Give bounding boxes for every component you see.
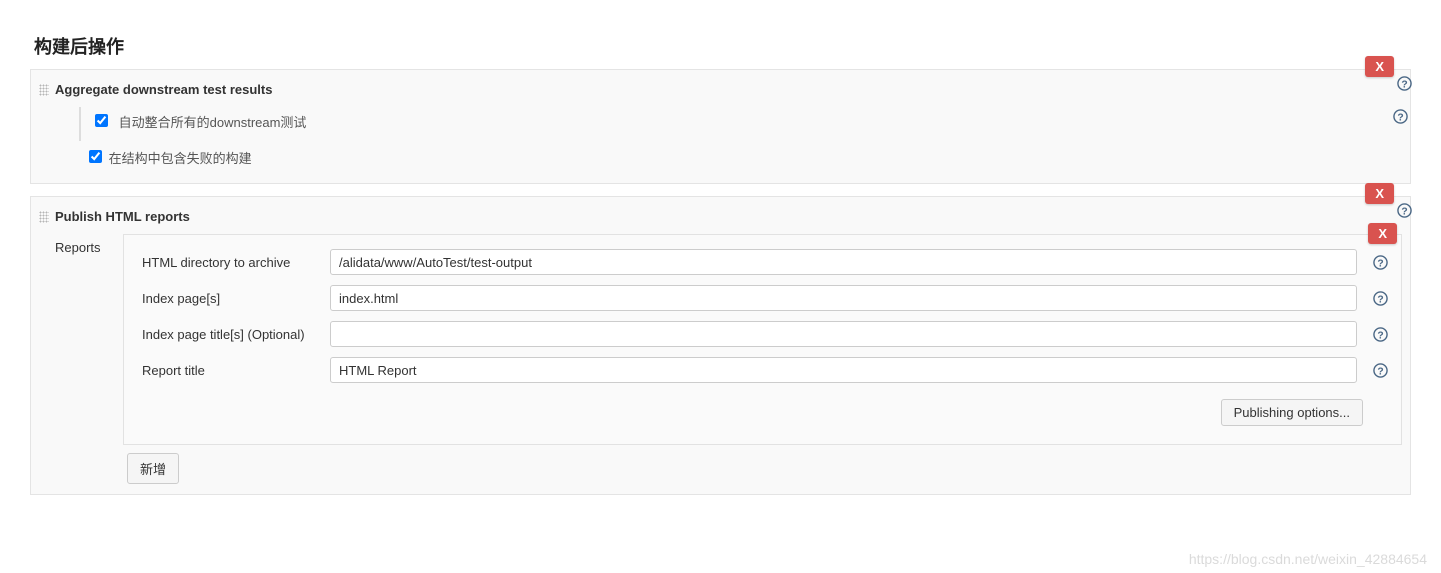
help-icon[interactable] xyxy=(1371,362,1389,378)
index-titles-input[interactable] xyxy=(330,321,1357,347)
html-dir-label: HTML directory to archive xyxy=(136,255,316,270)
include-failed-checkbox[interactable] xyxy=(89,150,102,163)
drag-handle-icon[interactable] xyxy=(39,211,49,223)
watermark: https://blog.csdn.net/weixin_42884654 xyxy=(1189,551,1427,567)
help-icon[interactable] xyxy=(1371,290,1389,306)
aggregate-title: Aggregate downstream test results xyxy=(55,82,272,97)
help-icon[interactable] xyxy=(1371,254,1389,270)
help-icon[interactable] xyxy=(1392,109,1408,125)
publish-header[interactable]: Publish HTML reports xyxy=(39,207,1402,230)
help-icon[interactable] xyxy=(1396,76,1412,92)
help-icon[interactable] xyxy=(1371,326,1389,342)
include-failed-label: 在结构中包含失败的构建 xyxy=(109,151,252,166)
help-icon[interactable] xyxy=(1396,203,1412,219)
report-entry: X HTML directory to archive Index page[s… xyxy=(123,234,1402,445)
reports-label: Reports xyxy=(39,234,111,255)
delete-publish-button[interactable]: X xyxy=(1365,183,1394,204)
auto-aggregate-row: 自动整合所有的downstream测试 xyxy=(91,107,1402,141)
publish-title: Publish HTML reports xyxy=(55,209,190,224)
auto-aggregate-label: 自动整合所有的downstream测试 xyxy=(119,115,307,130)
aggregate-header[interactable]: Aggregate downstream test results xyxy=(39,80,1402,103)
report-title-input[interactable] xyxy=(330,357,1357,383)
html-dir-input[interactable] xyxy=(330,249,1357,275)
section-title: 构建后操作 xyxy=(30,15,1411,69)
report-title-label: Report title xyxy=(136,363,316,378)
delete-aggregate-button[interactable]: X xyxy=(1365,56,1394,77)
add-report-button[interactable]: 新增 xyxy=(127,453,179,484)
publishing-options-button[interactable]: Publishing options... xyxy=(1221,399,1363,426)
delete-report-button[interactable]: X xyxy=(1368,223,1397,244)
index-pages-input[interactable] xyxy=(330,285,1357,311)
index-pages-label: Index page[s] xyxy=(136,291,316,306)
publish-panel: X Publish HTML reports Reports X HTML di… xyxy=(30,196,1411,495)
include-failed-row: 在结构中包含失败的构建 xyxy=(85,141,1402,173)
drag-handle-icon[interactable] xyxy=(39,84,49,96)
aggregate-panel: X Aggregate downstream test results 自动整合… xyxy=(30,69,1411,184)
auto-aggregate-checkbox[interactable] xyxy=(95,114,108,127)
index-titles-label: Index page title[s] (Optional) xyxy=(136,327,316,342)
